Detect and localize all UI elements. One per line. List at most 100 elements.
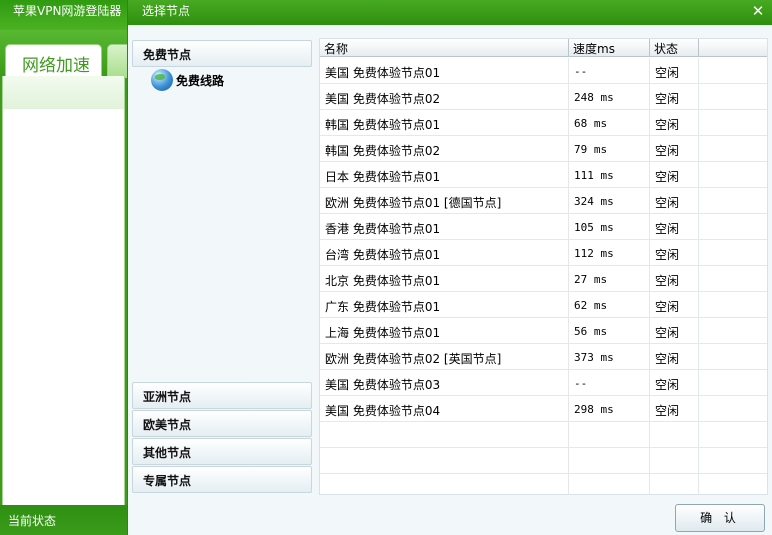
table-row[interactable]: 韩国 免费体验节点02 79 ms 空闲 — [320, 136, 767, 162]
table-row[interactable]: 美国 免费体验节点02 248 ms 空闲 — [320, 84, 767, 110]
tab-network-acceleration[interactable]: 网络加速 — [5, 44, 102, 78]
table-row[interactable]: 美国 免费体验节点04 298 ms 空闲 — [320, 396, 767, 422]
column-header-blank — [699, 39, 767, 57]
blank-cell — [699, 344, 767, 370]
table-row[interactable]: 上海 免费体验节点01 56 ms 空闲 — [320, 318, 767, 344]
blank-cell — [699, 422, 767, 448]
main-window: 苹果VPN网游登陆器 网络加速 当前状态 — [0, 0, 129, 535]
node-status-cell: 空闲 — [650, 214, 699, 240]
category-free-nodes[interactable]: 免费节点 — [132, 40, 312, 67]
node-name-cell — [320, 448, 569, 474]
node-name-cell — [320, 422, 569, 448]
blank-cell — [699, 162, 767, 188]
category-exclusive-nodes[interactable]: 专属节点 — [132, 466, 312, 493]
blank-cell — [699, 136, 767, 162]
node-name-cell: 上海 免费体验节点01 — [320, 318, 569, 344]
close-icon[interactable]: ✕ — [750, 3, 766, 19]
node-name-cell: 美国 免费体验节点04 — [320, 396, 569, 422]
node-status-cell: 空闲 — [650, 266, 699, 292]
tree-item-free-line[interactable]: 免费线路 — [151, 69, 224, 91]
table-header: 名称 速度ms 状态 — [320, 39, 767, 57]
blank-cell — [699, 58, 767, 84]
blank-cell — [699, 370, 767, 396]
node-status-cell: 空闲 — [650, 136, 699, 162]
node-status-cell: 空闲 — [650, 396, 699, 422]
table-row[interactable]: 美国 免费体验节点01 -- 空闲 — [320, 58, 767, 84]
node-status-cell: 空闲 — [650, 162, 699, 188]
table-row[interactable]: 广东 免费体验节点01 62 ms 空闲 — [320, 292, 767, 318]
node-speed-cell: 248 ms — [569, 84, 650, 110]
blank-cell — [699, 292, 767, 318]
node-speed-cell: 112 ms — [569, 240, 650, 266]
node-name-cell: 韩国 免费体验节点02 — [320, 136, 569, 162]
category-euro-america-nodes[interactable]: 欧美节点 — [132, 410, 312, 437]
empty-table-row — [320, 474, 767, 494]
blank-cell — [699, 240, 767, 266]
empty-table-row — [320, 422, 767, 448]
table-row[interactable]: 欧洲 免费体验节点01 [德国节点] 324 ms 空闲 — [320, 188, 767, 214]
column-header-name[interactable]: 名称 — [320, 39, 569, 57]
category-asia-nodes[interactable]: 亚洲节点 — [132, 382, 312, 409]
blank-cell — [699, 318, 767, 344]
node-speed-cell — [569, 448, 650, 474]
node-table: 名称 速度ms 状态 美国 免费体验节点01 -- 空闲 美国 免费体验节点02 248… — [319, 38, 768, 495]
blank-cell — [699, 110, 767, 136]
main-content-area — [2, 109, 125, 505]
main-window-title: 苹果VPN网游登陆器 — [0, 0, 127, 30]
node-speed-cell: 111 ms — [569, 162, 650, 188]
node-name-cell: 美国 免费体验节点03 — [320, 370, 569, 396]
blank-cell — [699, 474, 767, 494]
category-other-nodes[interactable]: 其他节点 — [132, 438, 312, 465]
node-speed-cell: 62 ms — [569, 292, 650, 318]
node-speed-cell: 79 ms — [569, 136, 650, 162]
node-status-cell — [650, 448, 699, 474]
node-name-cell: 韩国 免费体验节点01 — [320, 110, 569, 136]
node-status-cell: 空闲 — [650, 110, 699, 136]
blank-cell — [699, 266, 767, 292]
select-node-dialog: 选择节点 ✕ 免费节点 免费线路 亚洲节点 欧美节点 其他节点 专属节点 名称 … — [127, 0, 772, 535]
dialog-title: 选择节点 — [128, 0, 772, 25]
blank-cell — [699, 214, 767, 240]
main-toolbar-strip — [2, 76, 125, 109]
category-pane: 免费节点 免费线路 亚洲节点 欧美节点 其他节点 专属节点 — [130, 38, 314, 496]
node-name-cell: 欧洲 免费体验节点01 [德国节点] — [320, 188, 569, 214]
node-speed-cell: 27 ms — [569, 266, 650, 292]
node-name-cell: 欧洲 免费体验节点02 [英国节点] — [320, 344, 569, 370]
node-status-cell: 空闲 — [650, 344, 699, 370]
empty-table-row — [320, 448, 767, 474]
table-row[interactable]: 美国 免费体验节点03 -- 空闲 — [320, 370, 767, 396]
node-speed-cell: -- — [569, 370, 650, 396]
node-status-cell — [650, 422, 699, 448]
node-status-cell: 空闲 — [650, 240, 699, 266]
node-status-cell: 空闲 — [650, 84, 699, 110]
node-name-cell: 日本 免费体验节点01 — [320, 162, 569, 188]
blank-cell — [699, 84, 767, 110]
node-status-cell: 空闲 — [650, 292, 699, 318]
table-row[interactable]: 北京 免费体验节点01 27 ms 空闲 — [320, 266, 767, 292]
node-speed-cell: 324 ms — [569, 188, 650, 214]
node-speed-cell — [569, 422, 650, 448]
blank-cell — [699, 188, 767, 214]
node-speed-cell: 68 ms — [569, 110, 650, 136]
node-name-cell: 美国 免费体验节点02 — [320, 84, 569, 110]
table-row[interactable]: 日本 免费体验节点01 111 ms 空闲 — [320, 162, 767, 188]
node-speed-cell: -- — [569, 58, 650, 84]
node-name-cell: 美国 免费体验节点01 — [320, 58, 569, 84]
column-header-status[interactable]: 状态 — [650, 39, 699, 57]
node-speed-cell: 298 ms — [569, 396, 650, 422]
main-tab-bar: 网络加速 — [0, 30, 129, 78]
table-row[interactable]: 香港 免费体验节点01 105 ms 空闲 — [320, 214, 767, 240]
node-name-cell: 广东 免费体验节点01 — [320, 292, 569, 318]
blank-cell — [699, 448, 767, 474]
node-status-cell — [650, 474, 699, 494]
tab-next[interactable] — [107, 44, 129, 78]
table-row[interactable]: 韩国 免费体验节点01 68 ms 空闲 — [320, 110, 767, 136]
table-row[interactable]: 欧洲 免费体验节点02 [英国节点] 373 ms 空闲 — [320, 344, 767, 370]
node-name-cell — [320, 474, 569, 494]
node-speed-cell: 373 ms — [569, 344, 650, 370]
confirm-button[interactable]: 确 认 — [675, 504, 765, 532]
status-bar-label: 当前状态 — [0, 505, 127, 535]
table-row[interactable]: 台湾 免费体验节点01 112 ms 空闲 — [320, 240, 767, 266]
node-speed-cell: 105 ms — [569, 214, 650, 240]
column-header-speed[interactable]: 速度ms — [569, 39, 650, 57]
